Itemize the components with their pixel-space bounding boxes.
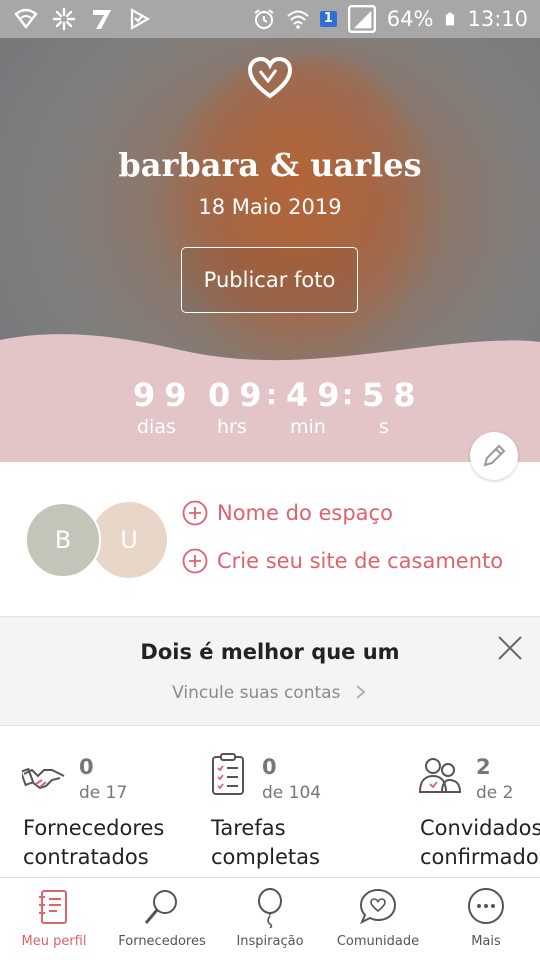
chat-heart-icon [359, 888, 397, 925]
venue-name-label: Nome do espaço [217, 501, 393, 525]
chevron-right-icon [356, 685, 366, 699]
nav-label: Mais [471, 934, 501, 949]
plus-circle-icon [182, 500, 208, 526]
sim-slot-badge: 1 [319, 11, 337, 27]
couple-names: barbara & uarles [118, 146, 422, 184]
publish-photo-button[interactable]: Publicar foto [181, 247, 358, 313]
link-accounts-banner: Dois é melhor que um Vincule suas contas [0, 616, 540, 726]
notebook-icon [39, 890, 67, 924]
stat-label: Convidados [420, 816, 540, 840]
stat-total: de 2 [476, 783, 514, 803]
stat-count: 0 [262, 755, 277, 779]
edit-profile-button[interactable] [470, 432, 518, 480]
countdown-minutes: 49 [286, 376, 349, 414]
check-flag-icon [130, 8, 151, 30]
countdown-minutes-label: min [290, 416, 326, 438]
venue-name-link[interactable]: Nome do espaço [182, 500, 393, 526]
wifi-icon [287, 10, 309, 29]
countdown-separator: : [266, 378, 278, 411]
stat-label: contratados [23, 845, 149, 869]
status-left-icons [0, 7, 152, 31]
status-right-icons: 1 64% 13:10 [252, 5, 540, 33]
wifi-shield-icon [14, 8, 38, 29]
close-icon[interactable] [497, 635, 523, 661]
link-accounts-label: Vincule suas contas [172, 683, 341, 703]
nav-label: Inspiração [236, 934, 304, 949]
nav-more[interactable]: Mais [432, 886, 540, 949]
stat-count: 2 [476, 755, 491, 779]
seven-app-icon [93, 10, 111, 29]
countdown-hours: 09 [208, 376, 271, 414]
battery-percent: 64% [386, 7, 434, 31]
wedding-date: 18 Maio 2019 [198, 195, 342, 219]
countdown-separator: : [342, 378, 354, 411]
nav-my-profile[interactable]: Meu perfil [0, 886, 108, 949]
bottom-navigation: Meu perfil Fornecedores Inspiração Comun… [0, 877, 540, 960]
link-accounts-link[interactable]: Vincule suas contas [0, 683, 540, 703]
checklist-icon [212, 753, 244, 795]
nav-community[interactable]: Comunidade [324, 886, 432, 949]
countdown-days: 99 [133, 376, 196, 414]
clock-time: 13:10 [467, 7, 528, 31]
countdown-days-label: dias [137, 416, 176, 438]
signal-icon [347, 5, 376, 33]
status-bar: 1 64% 13:10 [0, 0, 540, 38]
avatar-partner-u[interactable]: U [91, 502, 167, 578]
countdown-timer: 99 09 : 49 : 58 dias hrs min s [0, 336, 540, 438]
nav-label: Meu perfil [21, 934, 87, 949]
avatar-partner-b[interactable]: B [25, 502, 101, 578]
magnifier-icon [144, 890, 177, 924]
battery-icon [446, 12, 455, 26]
asterisk-app-icon [52, 7, 76, 31]
stat-label: completas [211, 845, 320, 869]
alarm-icon [254, 9, 274, 29]
stat-label: Tarefas [211, 816, 286, 840]
nav-label: Comunidade [336, 934, 420, 949]
heart-logo-icon [247, 56, 293, 99]
nav-inspiration[interactable]: Inspiração [216, 886, 324, 949]
handshake-icon [22, 767, 65, 790]
stat-label: confirmados [420, 845, 540, 869]
countdown-seconds-label: s [379, 416, 389, 438]
create-wedding-site-label: Crie seu site de casamento [217, 549, 504, 573]
stat-total: de 104 [262, 783, 322, 803]
create-wedding-site-link[interactable]: Crie seu site de casamento [182, 548, 503, 574]
plus-circle-icon [182, 548, 208, 574]
guests-icon [418, 758, 462, 793]
stat-count: 0 [79, 755, 94, 779]
banner-title: Dois é melhor que um [140, 640, 400, 664]
countdown-hours-label: hrs [217, 416, 247, 438]
nav-label: Fornecedores [118, 934, 206, 949]
balloon-icon [258, 888, 282, 928]
pencil-icon [483, 444, 506, 467]
stat-label: Fornecedores [23, 816, 165, 840]
more-icon [468, 888, 504, 924]
stat-total: de 17 [79, 783, 128, 803]
countdown-seconds: 58 [362, 376, 425, 414]
nav-vendors[interactable]: Fornecedores [108, 886, 216, 949]
